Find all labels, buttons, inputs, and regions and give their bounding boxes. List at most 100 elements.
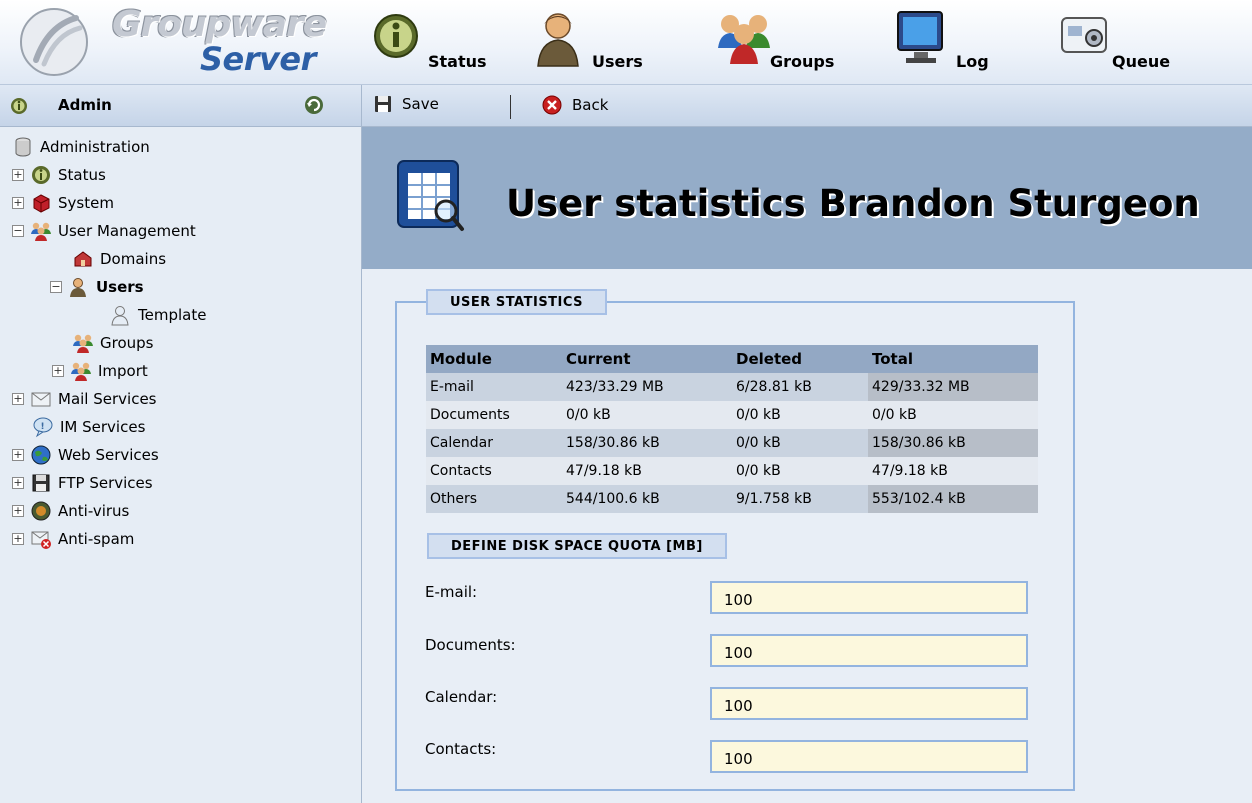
tree-item-template[interactable]: Template: [110, 303, 206, 327]
table-cell: 0/0 kB: [562, 401, 732, 429]
save-button[interactable]: Save: [374, 95, 439, 113]
logo: Groupware Server: [0, 0, 362, 85]
collapse-toggle[interactable]: −: [50, 281, 62, 293]
tree-label: Anti-spam: [58, 530, 135, 548]
tree-label: Domains: [100, 250, 167, 268]
tree-label: Import: [98, 362, 148, 380]
tree-item-import[interactable]: + Import: [52, 359, 148, 383]
groups-icon: [71, 362, 91, 381]
table-statistics-icon: [397, 160, 464, 231]
tree-item-anti-virus[interactable]: + Anti-virus: [12, 499, 129, 523]
nav-queue[interactable]: Queue: [1056, 0, 1186, 85]
tree-item-domains[interactable]: Domains: [72, 247, 166, 271]
nav-log[interactable]: Log: [892, 0, 1002, 85]
nav-status-label: Status: [428, 52, 487, 71]
domains-icon: [74, 251, 92, 267]
table-cell: 0/0 kB: [732, 401, 868, 429]
tree-label: Anti-virus: [58, 502, 130, 520]
tree-label: IM Services: [60, 418, 146, 436]
main-nav: Status Users Groups Log Queue: [362, 0, 1252, 85]
refresh-icon[interactable]: [304, 95, 324, 115]
nav-status[interactable]: Status: [368, 0, 498, 85]
tree-item-im-services[interactable]: ! IM Services: [32, 415, 145, 439]
floppy-disk-icon: [375, 96, 391, 112]
table-cell: 158/30.86 kB: [868, 429, 1038, 457]
tree-item-web-services[interactable]: + Web Services: [12, 443, 159, 467]
logo-text-server: Server: [200, 40, 316, 78]
tree-label: Template: [138, 306, 207, 324]
expand-toggle[interactable]: +: [12, 169, 24, 181]
column-header: Current: [562, 345, 732, 373]
table-cell: 0/0 kB: [732, 457, 868, 485]
nav-users[interactable]: Users: [532, 0, 662, 85]
calendar-quota-input[interactable]: [710, 687, 1028, 720]
table-row: Others 544/100.6 kB 9/1.758 kB 553/102.4…: [426, 485, 1038, 513]
svg-text:!: !: [41, 422, 45, 432]
globe-icon: [31, 445, 51, 465]
tree-item-system[interactable]: + System: [12, 191, 114, 215]
expand-toggle[interactable]: +: [12, 533, 24, 545]
expand-toggle[interactable]: +: [12, 449, 24, 461]
table-row: Calendar 158/30.86 kB 0/0 kB 158/30.86 k…: [426, 429, 1038, 457]
groups-icon: [31, 222, 51, 241]
logo-swoosh-icon: [20, 8, 88, 76]
table-row: Contacts 47/9.18 kB 0/0 kB 47/9.18 kB: [426, 457, 1038, 485]
contacts-quota-input[interactable]: [710, 740, 1028, 773]
expand-toggle[interactable]: +: [52, 365, 64, 377]
groups-icon: [718, 15, 770, 64]
monitor-icon: [897, 11, 943, 63]
table-cell: Others: [426, 485, 562, 513]
email-quota-label: E-mail:: [425, 583, 478, 601]
save-label: Save: [402, 95, 439, 113]
expand-toggle[interactable]: +: [12, 393, 24, 405]
tree-item-user-management[interactable]: − User Management: [12, 219, 196, 243]
tree-item-mail-services[interactable]: + Mail Services: [12, 387, 157, 411]
contacts-quota-label: Contacts:: [425, 740, 497, 758]
tree-label: User Management: [58, 222, 196, 240]
table-cell: Documents: [426, 401, 562, 429]
table-cell: 47/9.18 kB: [562, 457, 732, 485]
expand-toggle[interactable]: +: [12, 197, 24, 209]
back-label: Back: [572, 96, 609, 114]
nav-queue-label: Queue: [1112, 52, 1171, 71]
collapse-toggle[interactable]: −: [12, 225, 24, 237]
table-cell: 158/30.86 kB: [562, 429, 732, 457]
header: Groupware Server Status Users Groups Log…: [0, 0, 1252, 85]
sidebar-header: Admin: [0, 85, 361, 127]
user-statistics-legend: USER STATISTICS: [426, 289, 608, 315]
nav-log-label: Log: [956, 52, 989, 71]
tree-item-ftp-services[interactable]: + FTP Services: [12, 471, 153, 495]
tree-label: Web Services: [58, 446, 159, 464]
nav-groups[interactable]: Groups: [714, 0, 854, 85]
statistics-table: Module Current Deleted Total E-mail 423/…: [426, 345, 1038, 513]
table-cell: 423/33.29 MB: [562, 373, 732, 401]
table-cell: 553/102.4 kB: [868, 485, 1038, 513]
calendar-quota-label: Calendar:: [425, 688, 498, 706]
column-header: Total: [868, 345, 1038, 373]
page-title: User statistics Brandon Sturgeon: [506, 182, 1200, 225]
expand-toggle[interactable]: +: [12, 477, 24, 489]
ftp-icon: [32, 474, 50, 492]
table-cell: 47/9.18 kB: [868, 457, 1038, 485]
page-header: User statistics Brandon Sturgeon: [362, 127, 1252, 269]
expand-toggle[interactable]: +: [12, 505, 24, 517]
table-header-row: Module Current Deleted Total: [426, 345, 1038, 373]
back-button[interactable]: Back: [542, 95, 608, 115]
table-cell: 0/0 kB: [868, 401, 1038, 429]
documents-quota-input[interactable]: [710, 634, 1028, 667]
sidebar: Admin Administration + Status + System −…: [0, 85, 362, 803]
tree-item-groups[interactable]: Groups: [72, 331, 153, 355]
logo-text-groupware: Groupware: [112, 4, 327, 45]
tree-item-status[interactable]: + Status: [12, 163, 106, 187]
tree-item-anti-spam[interactable]: + Anti-spam: [12, 527, 134, 551]
tree-label: System: [58, 194, 114, 212]
user-icon: [70, 278, 86, 297]
table-row: Documents 0/0 kB 0/0 kB 0/0 kB: [426, 401, 1038, 429]
disk-quota-legend: DEFINE DISK SPACE QUOTA [MB]: [427, 533, 727, 559]
tree-item-administration[interactable]: Administration: [12, 135, 150, 159]
im-icon: !: [33, 417, 53, 438]
email-quota-input[interactable]: [710, 581, 1028, 614]
tree-item-users[interactable]: − Users: [50, 275, 144, 299]
queue-icon: [1061, 17, 1107, 53]
cancel-icon: [542, 95, 562, 115]
